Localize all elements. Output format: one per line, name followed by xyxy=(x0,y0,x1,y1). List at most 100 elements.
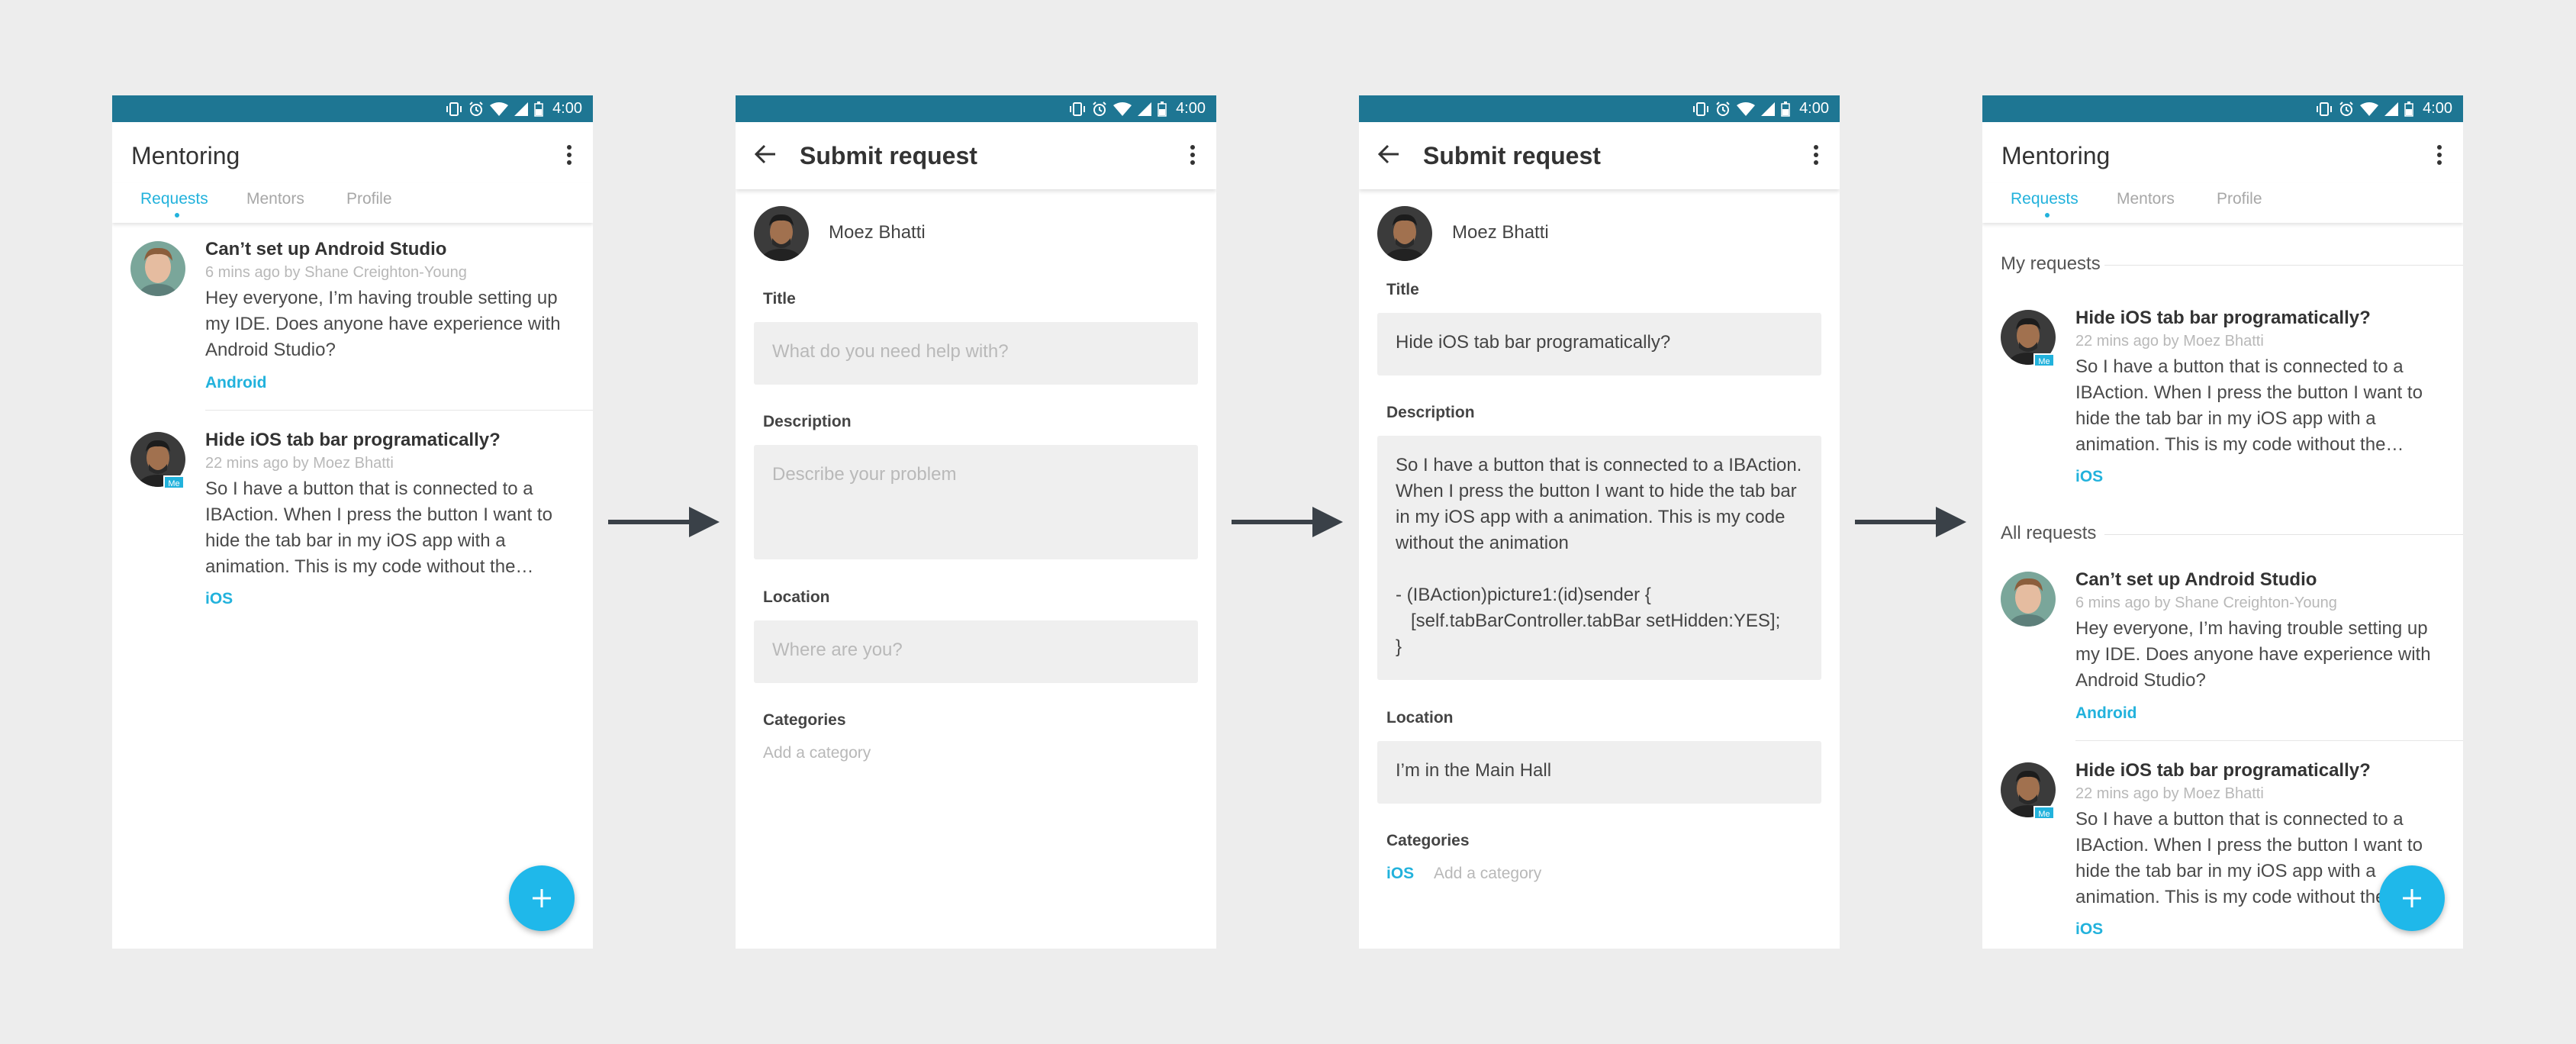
description-field[interactable]: So I have a button that is connected to … xyxy=(1377,436,1821,680)
status-time: 4:00 xyxy=(1799,100,1829,117)
tab-mentors[interactable]: Mentors xyxy=(2117,190,2175,208)
more-vert-icon[interactable] xyxy=(1812,143,1820,167)
post-tag[interactable]: Android xyxy=(2075,704,2136,723)
my-requests-header: My requests xyxy=(2001,253,2101,274)
divider xyxy=(2104,265,2463,266)
post-meta: 6 mins ago by Shane Creighton-Young xyxy=(205,264,467,281)
title-field[interactable]: What do you need help with? xyxy=(754,322,1198,385)
location-field[interactable]: I’m in the Main Hall xyxy=(1377,741,1821,804)
mentoring-screen: 4:00 Mentoring Requests Mentors Profile … xyxy=(112,95,593,949)
back-arrow-icon[interactable] xyxy=(1376,141,1402,167)
battery-icon xyxy=(2404,101,2413,117)
post-tag[interactable]: iOS xyxy=(2075,920,2103,939)
description-label: Description xyxy=(1386,404,1475,421)
alarm-icon xyxy=(1716,101,1730,116)
post-title: Hide iOS tab bar programatically? xyxy=(2075,760,2371,781)
add-request-button[interactable] xyxy=(509,865,575,931)
tab-requests[interactable]: Requests xyxy=(140,190,208,208)
post-meta: 22 mins ago by Moez Bhatti xyxy=(2075,785,2264,802)
page-title: Mentoring xyxy=(2001,142,2111,169)
active-tab-indicator xyxy=(2045,213,2050,218)
battery-icon xyxy=(1158,101,1167,117)
wifi-icon xyxy=(2360,102,2379,116)
all-requests-header: All requests xyxy=(2001,523,2097,543)
submit-request-filled-screen: 4:00 Submit request Moez Bhatti Title Hi… xyxy=(1359,95,1840,949)
title-value: Hide iOS tab bar programatically? xyxy=(1396,332,1671,353)
title-placeholder: What do you need help with? xyxy=(772,341,1009,362)
flow-arrow xyxy=(608,507,720,537)
post-meta: 22 mins ago by Moez Bhatti xyxy=(2075,333,2264,350)
post-meta: 6 mins ago by Shane Creighton-Young xyxy=(2075,594,2337,611)
battery-icon xyxy=(1781,101,1790,117)
more-vert-icon[interactable] xyxy=(2436,143,2443,167)
alarm-icon xyxy=(2339,101,2353,116)
location-field[interactable]: Where are you? xyxy=(754,620,1198,683)
divider xyxy=(2104,534,2463,535)
add-category-link[interactable]: Add a category xyxy=(763,744,871,762)
tab-mentors[interactable]: Mentors xyxy=(246,190,304,208)
post-tag[interactable]: iOS xyxy=(205,590,233,608)
post-tag[interactable]: iOS xyxy=(2075,468,2103,486)
active-tab-indicator xyxy=(175,213,179,218)
divider xyxy=(2075,740,2463,741)
post-tag[interactable]: Android xyxy=(205,374,266,392)
list-item[interactable]: Can’t set up Android Studio 6 mins ago b… xyxy=(1982,567,2463,754)
author-name: Moez Bhatti xyxy=(1452,222,1549,243)
avatar xyxy=(130,241,185,296)
battery-icon xyxy=(534,101,543,117)
wifi-icon xyxy=(490,102,509,116)
vibrate-icon xyxy=(446,102,462,116)
more-vert-icon[interactable] xyxy=(1189,143,1196,167)
add-request-button[interactable] xyxy=(2379,865,2445,931)
plus-icon xyxy=(533,889,551,907)
tab-profile[interactable]: Profile xyxy=(2217,190,2262,208)
location-placeholder: Where are you? xyxy=(772,640,903,660)
avatar xyxy=(2001,572,2056,627)
page-title: Mentoring xyxy=(131,142,240,169)
location-value: I’m in the Main Hall xyxy=(1396,760,1552,781)
more-vert-icon[interactable] xyxy=(565,143,573,167)
tab-profile[interactable]: Profile xyxy=(346,190,392,208)
signal-icon xyxy=(1761,102,1776,116)
submit-request-screen: 4:00 Submit request Moez Bhatti Title Wh… xyxy=(736,95,1216,949)
post-body: So I have a button that is connected to … xyxy=(205,478,552,577)
avatar xyxy=(754,206,809,261)
list-item[interactable]: Me Hide iOS tab bar programatically? 22 … xyxy=(1982,305,2463,488)
add-category-link[interactable]: Add a category xyxy=(1434,865,1541,883)
signal-icon xyxy=(1138,102,1152,116)
author-name: Moez Bhatti xyxy=(829,222,926,243)
me-badge: Me xyxy=(2033,806,2055,820)
me-badge: Me xyxy=(2033,353,2055,367)
post-title: Can’t set up Android Studio xyxy=(205,239,447,259)
vibrate-icon xyxy=(1693,102,1709,116)
status-bar: 4:00 xyxy=(1359,95,1840,122)
app-bar: Mentoring xyxy=(112,122,593,183)
flow-arrow xyxy=(1855,507,1966,537)
mentoring-updated-screen: 4:00 Mentoring Requests Mentors Profile … xyxy=(1982,95,2463,949)
flow-arrow xyxy=(1232,507,1343,537)
post-body: Hey everyone, I’m having trouble setting… xyxy=(2075,618,2431,691)
category-chip[interactable]: iOS xyxy=(1386,865,1414,883)
signal-icon xyxy=(514,102,529,116)
title-field[interactable]: Hide iOS tab bar programatically? xyxy=(1377,313,1821,375)
status-time: 4:00 xyxy=(1176,100,1206,117)
divider xyxy=(205,410,593,411)
description-field[interactable]: Describe your problem xyxy=(754,445,1198,559)
back-arrow-icon[interactable] xyxy=(752,141,778,167)
description-placeholder: Describe your problem xyxy=(772,464,957,485)
post-title: Can’t set up Android Studio xyxy=(2075,569,2317,590)
alarm-icon xyxy=(469,101,483,116)
tab-bar: Requests Mentors Profile xyxy=(1982,183,2463,223)
vibrate-icon xyxy=(2317,102,2333,116)
tab-requests[interactable]: Requests xyxy=(2011,190,2079,208)
categories-label: Categories xyxy=(763,711,846,729)
alarm-icon xyxy=(1093,101,1106,116)
description-value: So I have a button that is connected to … xyxy=(1396,455,1802,657)
app-bar: Submit request xyxy=(1359,122,1840,189)
categories-label: Categories xyxy=(1386,832,1470,849)
status-time: 4:00 xyxy=(552,100,582,117)
tab-bar: Requests Mentors Profile xyxy=(112,183,593,223)
list-item[interactable]: Me Hide iOS tab bar programatically? 22 … xyxy=(112,427,593,626)
page-title: Submit request xyxy=(1423,142,1601,169)
list-item[interactable]: Can’t set up Android Studio 6 mins ago b… xyxy=(112,237,593,424)
